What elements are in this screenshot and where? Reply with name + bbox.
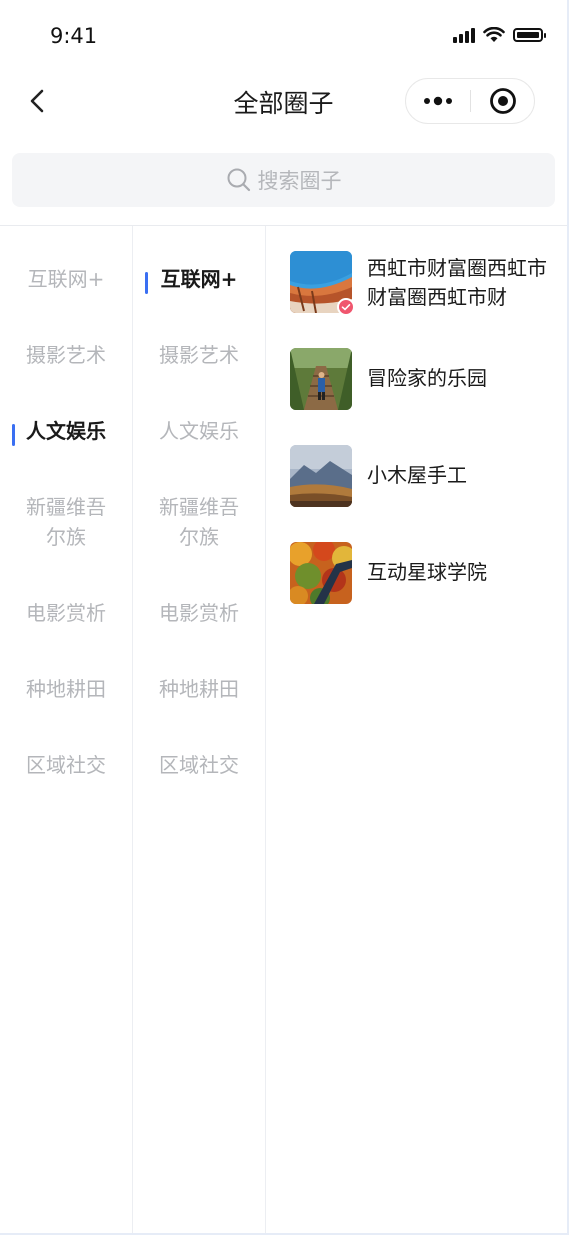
secondary-category-item[interactable]: 新疆维吾尔族 bbox=[133, 492, 265, 552]
primary-category-item[interactable]: 种地耕田 bbox=[0, 674, 132, 704]
verified-badge-icon bbox=[337, 298, 355, 316]
target-icon[interactable] bbox=[472, 79, 534, 123]
capsule-divider bbox=[470, 90, 471, 112]
circle-list: 西虹市财富圈西虹市财富圈西虹市财 冒险家的乐园 小木屋手工 互动星球学院 bbox=[266, 226, 567, 1233]
search-placeholder: 搜索圈子 bbox=[257, 169, 342, 193]
circle-item[interactable]: 互动星球学院 bbox=[290, 542, 560, 604]
app-screen: 9:41 全部圈子 搜索圈子 互联网+ 摄影艺术 人文娱乐 新疆维吾尔族 电影赏… bbox=[0, 0, 569, 1235]
suspension-bridge-photo bbox=[290, 348, 352, 410]
circle-name: 互动星球学院 bbox=[367, 560, 487, 584]
search-icon bbox=[227, 168, 250, 192]
more-dots-icon[interactable] bbox=[406, 79, 470, 123]
circle-item[interactable]: 西虹市财富圈西虹市财富圈西虹市财 bbox=[290, 251, 560, 321]
primary-category-list: 互联网+ 摄影艺术 人文娱乐 新疆维吾尔族 电影赏析 种地耕田 区域社交 bbox=[0, 226, 133, 1233]
mini-program-capsule bbox=[405, 78, 535, 124]
secondary-category-item-active[interactable]: 互联网+ bbox=[133, 264, 265, 294]
cellular-signal-icon bbox=[453, 27, 475, 43]
status-icons bbox=[453, 27, 546, 43]
secondary-category-item[interactable]: 区域社交 bbox=[133, 750, 265, 780]
secondary-category-item[interactable]: 摄影艺术 bbox=[133, 340, 265, 370]
wifi-icon bbox=[483, 27, 505, 42]
battery-icon bbox=[513, 28, 546, 42]
secondary-category-item[interactable]: 电影赏析 bbox=[133, 598, 265, 628]
circle-name: 西虹市财富圈西虹市财富圈西虹市财 bbox=[367, 256, 547, 309]
circle-item[interactable]: 小木屋手工 bbox=[290, 445, 560, 507]
secondary-category-item[interactable]: 种地耕田 bbox=[133, 674, 265, 704]
primary-category-item[interactable]: 区域社交 bbox=[0, 750, 132, 780]
nav-bar: 全部圈子 bbox=[0, 72, 567, 134]
search-input[interactable]: 搜索圈子 bbox=[12, 153, 555, 207]
circle-item[interactable]: 冒险家的乐园 bbox=[290, 348, 560, 410]
circle-name: 小木屋手工 bbox=[367, 463, 467, 487]
primary-category-item[interactable]: 摄影艺术 bbox=[0, 340, 132, 370]
primary-category-item[interactable]: 电影赏析 bbox=[0, 598, 132, 628]
circle-name: 冒险家的乐园 bbox=[367, 366, 487, 390]
primary-category-item[interactable]: 互联网+ bbox=[0, 264, 132, 294]
secondary-category-list: 互联网+ 摄影艺术 人文娱乐 新疆维吾尔族 电影赏析 种地耕田 区域社交 bbox=[133, 226, 266, 1233]
mountain-landscape-photo bbox=[290, 445, 352, 507]
primary-category-item[interactable]: 新疆维吾尔族 bbox=[0, 492, 132, 552]
primary-category-item-active[interactable]: 人文娱乐 bbox=[0, 416, 132, 446]
status-bar: 9:41 bbox=[0, 0, 567, 72]
secondary-category-item[interactable]: 人文娱乐 bbox=[133, 416, 265, 446]
active-indicator bbox=[12, 424, 15, 446]
status-time: 9:41 bbox=[50, 24, 98, 48]
autumn-forest-photo bbox=[290, 542, 352, 604]
active-indicator bbox=[145, 272, 148, 294]
